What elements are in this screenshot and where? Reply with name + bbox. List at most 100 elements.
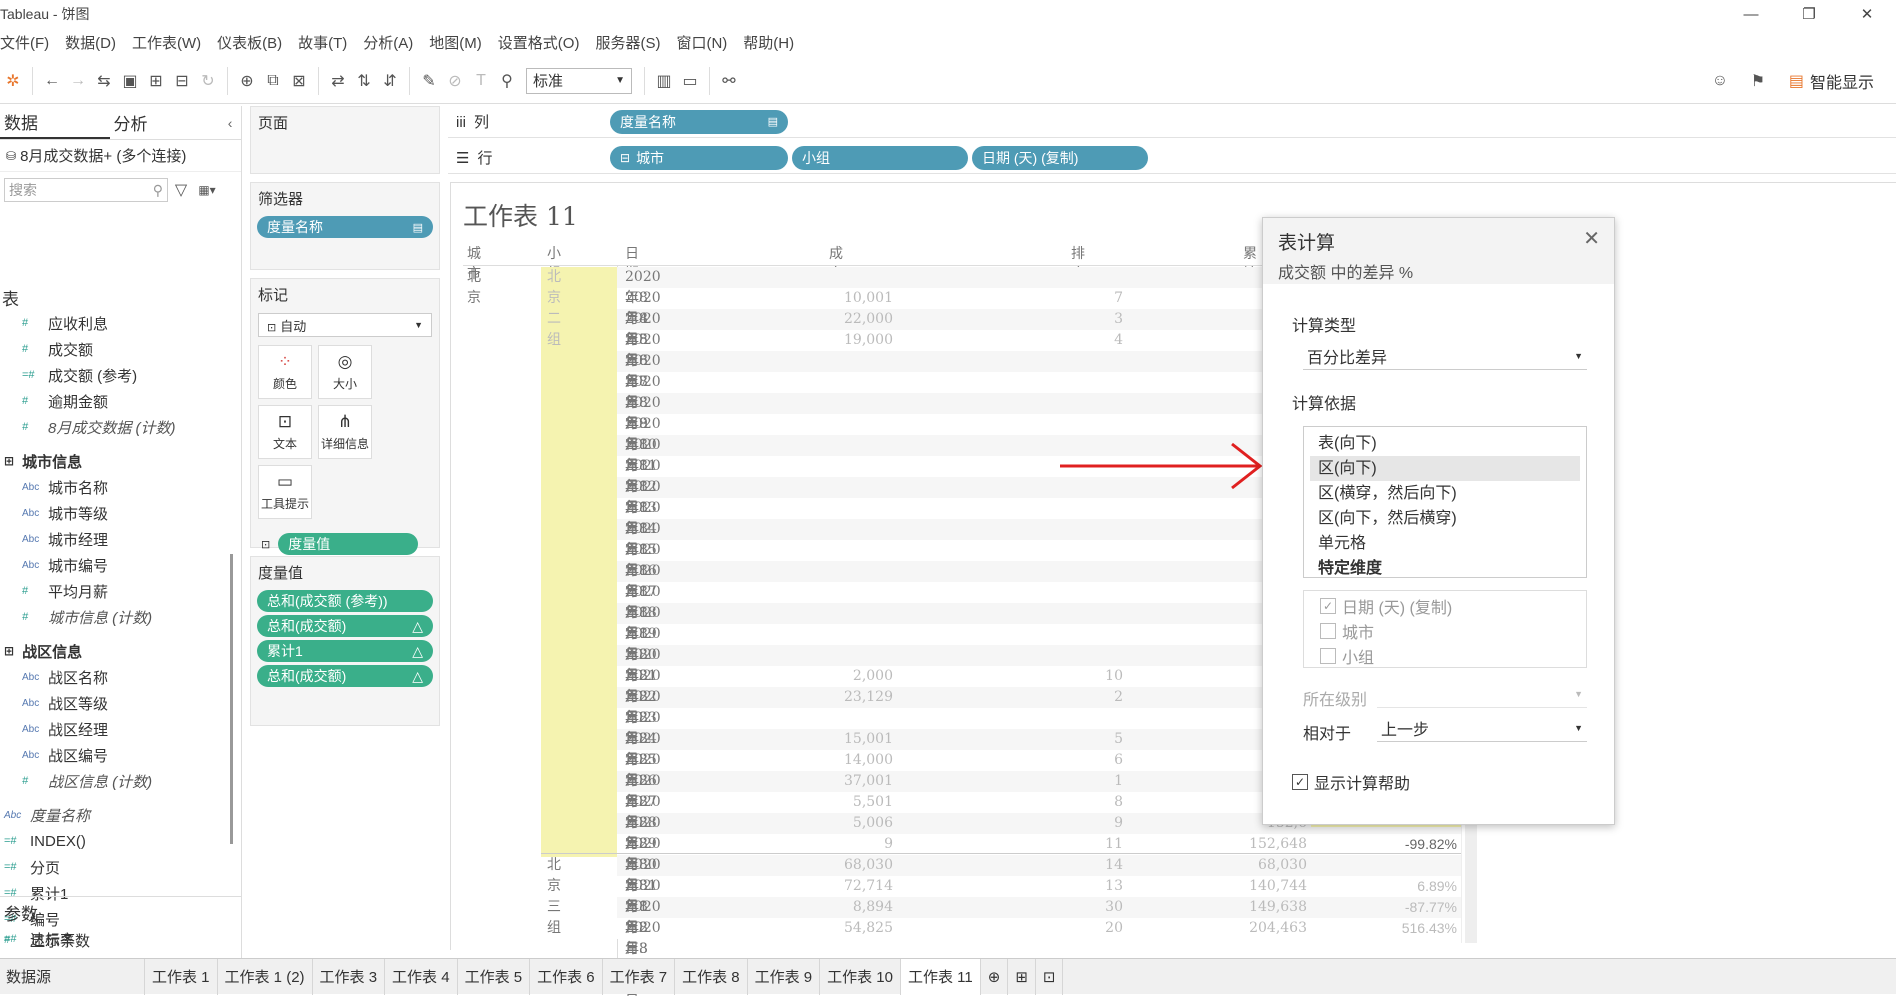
replay-icon[interactable]: ⇆ — [91, 68, 117, 94]
relative-select[interactable]: 上一步 ▼ — [1377, 714, 1587, 742]
group-city[interactable]: ⊞ 城市信息 — [0, 448, 228, 474]
color-button[interactable]: ⁘ 颜色 — [258, 345, 312, 399]
restore-icon[interactable]: ❐ — [1780, 0, 1838, 28]
sheet-tab[interactable]: 工作表 1 — [145, 958, 218, 995]
sheet-tab[interactable]: 工作表 3 — [313, 958, 386, 995]
sheet-tab[interactable]: 工作表 10 — [820, 958, 901, 995]
basis-option[interactable]: 特定维度 — [1304, 556, 1586, 581]
rows-shelf[interactable]: ☰ 行 ⊟ 城市 小组 日期 (天) (复制) — [448, 142, 1896, 174]
tab-analysis[interactable]: 分析 — [110, 106, 220, 139]
refresh-icon[interactable]: ↻ — [195, 68, 221, 94]
sheet-tab[interactable]: 工作表 6 — [530, 958, 603, 995]
dimension-checkbox[interactable]: 小组 — [1304, 643, 1586, 668]
menu-dashboard[interactable]: 仪表板(B) — [217, 32, 282, 53]
field-item[interactable]: Abc 战区名称 — [0, 664, 228, 690]
basis-option[interactable]: 表(向下) — [1304, 431, 1586, 456]
duplicate-sheet-icon[interactable]: ⧉ — [260, 68, 286, 94]
basis-option[interactable]: 单元格 — [1304, 531, 1586, 556]
marks-pill[interactable]: 度量值 — [278, 533, 419, 555]
measure-pill[interactable]: 总和(成交额) △ — [257, 615, 433, 637]
filters-card[interactable]: 筛选器 度量名称 ▤ — [250, 182, 440, 270]
basis-option-selected[interactable]: 区(向下) — [1310, 456, 1580, 481]
field-item[interactable]: Abc 战区等级 — [0, 690, 228, 716]
sheet-tab[interactable]: 工作表 9 — [748, 958, 821, 995]
redo-icon[interactable]: → — [65, 68, 91, 94]
field-item[interactable]: =# INDEX() — [0, 828, 228, 854]
field-item[interactable]: #8月成交数据 (计数) — [0, 414, 228, 440]
mark-type-select[interactable]: ⊡ 自动 ▼ — [258, 313, 432, 337]
field-item[interactable]: Abc 城市经理 — [0, 526, 228, 552]
presentation-icon[interactable]: ▭ — [677, 68, 703, 94]
pin-icon[interactable]: ⚲ — [494, 68, 520, 94]
basis-option[interactable]: 区(向下，然后横穿) — [1304, 506, 1586, 531]
new-story-icon[interactable]: ⊡ — [1036, 958, 1064, 995]
detail-button[interactable]: ⋔ 详细信息 — [318, 405, 372, 459]
measure-pill[interactable]: 总和(成交额 (参考)) — [257, 590, 433, 612]
show-help-checkbox[interactable]: ✓ 显示计算帮助 — [1292, 770, 1410, 794]
calc-type-select[interactable]: 百分比差异 ▼ — [1303, 342, 1587, 370]
field-item[interactable]: =# 分页 — [0, 854, 228, 880]
tooltip-button[interactable]: ▭ 工具提示 — [258, 465, 312, 519]
measure-pill[interactable]: 累计1 △ — [257, 640, 433, 662]
new-worksheet-icon[interactable]: ⊕ — [234, 68, 260, 94]
tab-datasource[interactable]: 数据源 — [0, 958, 145, 995]
field-item[interactable]: # 应收利息 — [0, 310, 228, 336]
filter-pill[interactable]: 度量名称 ▤ — [257, 216, 433, 238]
group-icon[interactable]: ⊘ — [442, 68, 468, 94]
swap-rows-columns-icon[interactable]: ⇄ — [325, 68, 351, 94]
sheet-tab[interactable]: 工作表 1 (2) — [218, 958, 313, 995]
bot-icon[interactable]: ☺ — [1707, 68, 1733, 94]
menu-story[interactable]: 故事(T) — [298, 32, 347, 53]
menu-server[interactable]: 服务器(S) — [595, 32, 660, 53]
menu-worksheet[interactable]: 工作表(W) — [132, 32, 201, 53]
group-zone[interactable]: ⊞ 战区信息 — [0, 638, 228, 664]
connection-item[interactable]: ⛁ 8月成交数据+ (多个连接) — [0, 140, 241, 172]
filter-icon[interactable]: ▽ — [168, 177, 194, 203]
sheet-tab-active[interactable]: 工作表 11 — [901, 958, 981, 995]
tab-data[interactable]: 数据 — [0, 106, 110, 139]
field-item[interactable]: Abc 城市编号 — [0, 552, 228, 578]
new-dashboard-icon[interactable]: ⊞ — [1008, 958, 1036, 995]
field-item[interactable]: # 平均月薪 — [0, 578, 228, 604]
menu-analysis[interactable]: 分析(A) — [363, 32, 413, 53]
field-item[interactable]: Abc 战区编号 — [0, 742, 228, 768]
menu-format[interactable]: 设置格式(O) — [498, 32, 580, 53]
clear-sheet-icon[interactable]: ⊠ — [286, 68, 312, 94]
sort-descending-icon[interactable]: ⇵ — [377, 68, 403, 94]
scrollbar[interactable] — [230, 554, 233, 844]
level-select[interactable]: ▼ — [1377, 680, 1587, 708]
show-cards-icon[interactable]: ▥ — [651, 68, 677, 94]
sheet-tab[interactable]: 工作表 8 — [675, 958, 748, 995]
group-table[interactable]: 表 — [0, 284, 228, 310]
share-icon[interactable]: ⚯ — [716, 68, 742, 94]
field-item[interactable]: Abc 战区经理 — [0, 716, 228, 742]
new-worksheet-icon[interactable]: ⊕ — [981, 958, 1009, 995]
pause-updates-icon[interactable]: ⊟ — [169, 68, 195, 94]
menu-data[interactable]: 数据(D) — [65, 32, 116, 53]
tableau-logo-icon[interactable]: ✲ — [0, 68, 26, 94]
field-item[interactable]: Abc 城市等级 — [0, 500, 228, 526]
minimize-icon[interactable]: — — [1722, 0, 1780, 28]
field-item[interactable]: =# 成交额 (参考) — [0, 362, 228, 388]
pin-toolbar-icon[interactable]: ⚑ — [1745, 68, 1771, 94]
sheet-tab[interactable]: 工作表 7 — [603, 958, 676, 995]
new-datasource-icon[interactable]: ⊞ — [143, 68, 169, 94]
collapse-icon[interactable]: ‹ — [219, 106, 241, 139]
field-item[interactable]: Abc 城市名称 — [0, 474, 228, 500]
sheet-tab[interactable]: 工作表 5 — [458, 958, 531, 995]
save-icon[interactable]: ▣ — [117, 68, 143, 94]
dimension-checkbox[interactable]: 城市 — [1304, 618, 1586, 643]
columns-pill[interactable]: 度量名称 ▤ — [610, 109, 788, 134]
highlight-icon[interactable]: ✎ — [416, 68, 442, 94]
rows-pill-city[interactable]: ⊟ 城市 — [610, 145, 788, 170]
menu-map[interactable]: 地图(M) — [429, 32, 482, 53]
field-item[interactable]: # 战区信息 (计数) — [0, 768, 228, 794]
measure-pill[interactable]: 总和(成交额) △ — [257, 665, 433, 687]
menu-help[interactable]: 帮助(H) — [743, 32, 794, 53]
pages-card[interactable]: 页面 — [250, 106, 440, 174]
sort-ascending-icon[interactable]: ⇅ — [351, 68, 377, 94]
field-item[interactable]: # 城市信息 (计数) — [0, 604, 228, 630]
text-button[interactable]: ⊡ 文本 — [258, 405, 312, 459]
fit-select[interactable]: 标准 ▼ — [526, 67, 632, 94]
smart-show-button[interactable]: ☺ ⚑ ▤ 智能显示 — [1707, 68, 1874, 94]
